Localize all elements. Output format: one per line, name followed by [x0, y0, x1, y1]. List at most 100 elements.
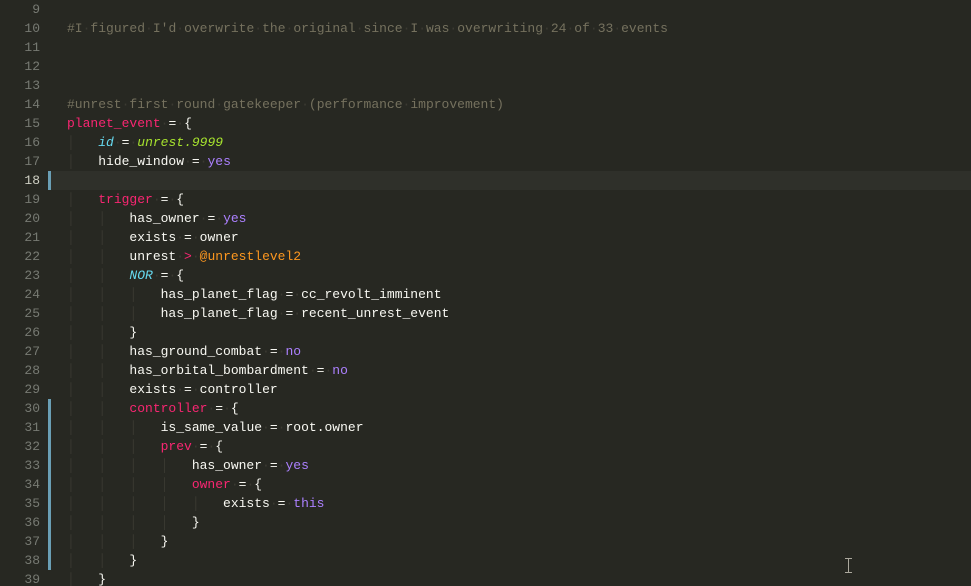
code-line[interactable]	[51, 171, 971, 190]
code-line[interactable]	[67, 0, 971, 19]
code-line[interactable]: │ │ exists·=·owner	[67, 228, 971, 247]
line-number[interactable]: 37	[0, 532, 40, 551]
code-line[interactable]: │ │ has_orbital_bombardment·=·no	[67, 361, 971, 380]
code-line[interactable]: │ │ controller·=·{	[67, 399, 971, 418]
code-editor[interactable]: 9101112131415161718192021222324252627282…	[0, 0, 971, 586]
token: has_owner	[129, 211, 199, 226]
code-line[interactable]: │ │ │ has_planet_flag·=·recent_unrest_ev…	[67, 304, 971, 323]
code-line[interactable]: │ │ NOR·=·{	[67, 266, 971, 285]
code-line[interactable]: │ │ │ │ owner·=·{	[67, 475, 971, 494]
token: unrest.9999	[137, 135, 223, 150]
token: gatekeeper	[223, 97, 301, 112]
line-number[interactable]: 26	[0, 323, 40, 342]
code-line[interactable]: │ │ has_owner·=·yes	[67, 209, 971, 228]
token: }	[129, 325, 137, 340]
line-number[interactable]: 17	[0, 152, 40, 171]
token: =	[215, 401, 223, 416]
code-line[interactable]: planet_event·=·{	[67, 114, 971, 133]
line-number[interactable]: 30	[0, 399, 40, 418]
code-line[interactable]: #I·figured·I'd·overwrite·the·original·si…	[67, 19, 971, 38]
token: is_same_value	[161, 420, 262, 435]
line-number[interactable]: 36	[0, 513, 40, 532]
code-line[interactable]: │ │ │ is_same_value·=·root.owner	[67, 418, 971, 437]
line-number[interactable]: 28	[0, 361, 40, 380]
editor-content[interactable]: #I·figured·I'd·overwrite·the·original·si…	[51, 0, 971, 586]
token: │ │	[67, 211, 129, 226]
code-line[interactable]: │ }	[67, 570, 971, 586]
line-number[interactable]: 24	[0, 285, 40, 304]
line-number[interactable]: 20	[0, 209, 40, 228]
code-line[interactable]: │ │ │ │ │ exists·=·this	[67, 494, 971, 513]
token: first	[129, 97, 168, 112]
code-line[interactable]: │ hide_window·=·yes	[67, 152, 971, 171]
token: │ │ │	[67, 420, 161, 435]
line-number[interactable]: 21	[0, 228, 40, 247]
code-line[interactable]: │ │ │ }	[67, 532, 971, 551]
token: {	[176, 268, 184, 283]
token: I'd	[153, 21, 176, 36]
code-line[interactable]: │ │ │ has_planet_flag·=·cc_revolt_immine…	[67, 285, 971, 304]
line-number[interactable]: 22	[0, 247, 40, 266]
token: ·	[309, 363, 317, 378]
line-number-gutter[interactable]: 9101112131415161718192021222324252627282…	[0, 0, 48, 586]
token: =	[184, 382, 192, 397]
token: │ │	[67, 401, 129, 416]
line-number[interactable]: 38	[0, 551, 40, 570]
token: unrest	[129, 249, 176, 264]
line-number[interactable]: 33	[0, 456, 40, 475]
code-line[interactable]: │ trigger·=·{	[67, 190, 971, 209]
token: │	[67, 135, 98, 150]
line-number[interactable]: 27	[0, 342, 40, 361]
line-number[interactable]: 35	[0, 494, 40, 513]
token: figured	[90, 21, 145, 36]
code-line[interactable]: │ │ }	[67, 323, 971, 342]
token: root.owner	[285, 420, 363, 435]
line-number[interactable]: 39	[0, 570, 40, 586]
token: hide_window	[98, 154, 184, 169]
line-number[interactable]: 19	[0, 190, 40, 209]
code-line[interactable]: #unrest·first·round·gatekeeper·(performa…	[67, 95, 971, 114]
token: ·	[262, 420, 270, 435]
code-line[interactable]: │ │ │ │ }	[67, 513, 971, 532]
line-number[interactable]: 23	[0, 266, 40, 285]
line-number[interactable]: 34	[0, 475, 40, 494]
code-line[interactable]: │ │ unrest·>·@unrestlevel2	[67, 247, 971, 266]
token: =	[270, 458, 278, 473]
token: │ │ │	[67, 534, 161, 549]
code-line[interactable]: │ │ }	[67, 551, 971, 570]
token: ·	[176, 21, 184, 36]
token: =	[184, 230, 192, 245]
line-number[interactable]: 31	[0, 418, 40, 437]
token: ·	[262, 344, 270, 359]
code-line[interactable]: │ │ exists·=·controller	[67, 380, 971, 399]
token: │ │ │ │	[67, 458, 192, 473]
token: ·	[262, 458, 270, 473]
code-line[interactable]: │ id·=·unrest.9999	[67, 133, 971, 152]
token: ·	[192, 249, 200, 264]
code-line[interactable]	[67, 57, 971, 76]
token: improvement)	[410, 97, 504, 112]
code-line[interactable]	[67, 38, 971, 57]
line-number[interactable]: 18	[0, 171, 40, 190]
line-number[interactable]: 9	[0, 0, 40, 19]
line-number[interactable]: 10	[0, 19, 40, 38]
line-number[interactable]: 32	[0, 437, 40, 456]
token: @unrestlevel2	[200, 249, 301, 264]
line-number[interactable]: 13	[0, 76, 40, 95]
code-line[interactable]: │ │ │ prev·=·{	[67, 437, 971, 456]
token: NOR	[129, 268, 152, 283]
code-line[interactable]: │ │ │ │ has_owner·=·yes	[67, 456, 971, 475]
token: (performance	[309, 97, 403, 112]
line-number[interactable]: 29	[0, 380, 40, 399]
line-number[interactable]: 14	[0, 95, 40, 114]
line-number[interactable]: 12	[0, 57, 40, 76]
code-line[interactable]: │ │ has_ground_combat·=·no	[67, 342, 971, 361]
token: controller	[200, 382, 278, 397]
token: │ │ │ │	[67, 515, 192, 530]
token: yes	[223, 211, 246, 226]
line-number[interactable]: 25	[0, 304, 40, 323]
line-number[interactable]: 16	[0, 133, 40, 152]
line-number[interactable]: 15	[0, 114, 40, 133]
code-line[interactable]	[67, 76, 971, 95]
line-number[interactable]: 11	[0, 38, 40, 57]
